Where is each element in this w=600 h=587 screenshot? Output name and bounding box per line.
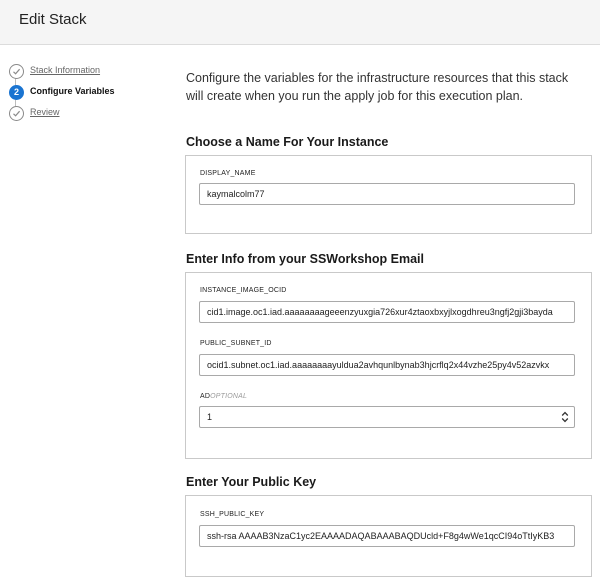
section-title-ssworkshop: Enter Info from your SSWorkshop Email bbox=[186, 252, 424, 266]
instance-image-ocid-value: cid1.image.oc1.iad.aaaaaaaageeenzyuxgia7… bbox=[207, 307, 553, 317]
optional-tag: OPTIONAL bbox=[210, 393, 248, 400]
ssh-public-key-label: SSH_PUBLIC_KEY bbox=[200, 511, 265, 518]
check-circle-icon bbox=[9, 106, 24, 121]
ssh-public-key-value: ssh-rsa AAAAB3NzaC1yc2EAAAADAQABAAABAQDU… bbox=[207, 531, 555, 541]
ad-label: ADOPTIONAL bbox=[200, 393, 247, 400]
public-subnet-id-value: ocid1.subnet.oc1.iad.aaaaaaaayuldua2avhq… bbox=[207, 360, 550, 370]
intro-text: Configure the variables for the infrastr… bbox=[186, 71, 569, 103]
display-name-value: kaymalcolm77 bbox=[207, 189, 265, 199]
step-number-badge: 2 bbox=[9, 85, 24, 100]
public-subnet-id-label: PUBLIC_SUBNET_ID bbox=[200, 340, 272, 347]
step-label: Configure Variables bbox=[30, 86, 115, 96]
display-name-input[interactable]: kaymalcolm77 bbox=[199, 183, 575, 205]
ssh-public-key-input[interactable]: ssh-rsa AAAAB3NzaC1yc2EAAAADAQABAAABAQDU… bbox=[199, 525, 575, 547]
instance-image-ocid-input[interactable]: cid1.image.oc1.iad.aaaaaaaageeenzyuxgia7… bbox=[199, 301, 575, 323]
step-label[interactable]: Review bbox=[30, 107, 60, 117]
public-subnet-id-input[interactable]: ocid1.subnet.oc1.iad.aaaaaaaayuldua2avhq… bbox=[199, 354, 575, 376]
up-down-chevron-icon bbox=[561, 411, 569, 423]
section-title-publickey: Enter Your Public Key bbox=[186, 475, 317, 489]
ad-select-value: 1 bbox=[207, 412, 213, 422]
check-circle-icon bbox=[9, 64, 24, 79]
display-name-label: DISPLAY_NAME bbox=[200, 170, 256, 177]
section-title-instance: Choose a Name For Your Instance bbox=[186, 135, 389, 149]
page-header: Edit Stack bbox=[0, 0, 600, 45]
step-label[interactable]: Stack Information bbox=[30, 65, 100, 75]
ad-select[interactable]: 1 bbox=[199, 406, 575, 428]
instance-image-ocid-label: INSTANCE_IMAGE_OCID bbox=[200, 287, 287, 294]
page-title: Edit Stack bbox=[19, 11, 87, 28]
ad-label-text: AD bbox=[200, 393, 211, 400]
